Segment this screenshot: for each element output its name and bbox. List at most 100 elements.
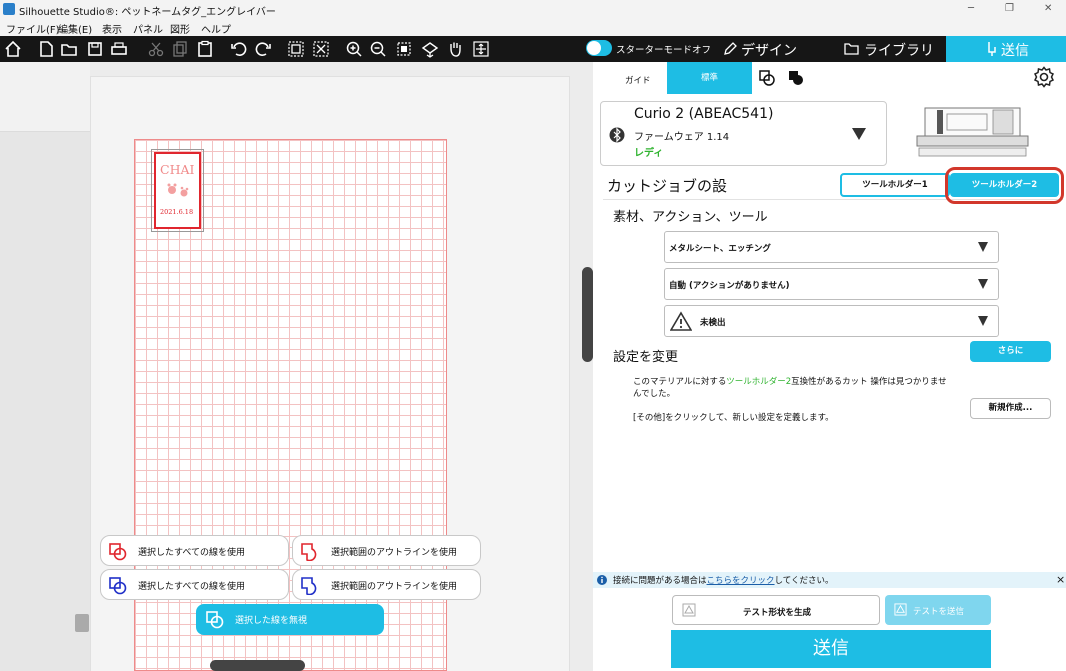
send-test-label: テストを送信 (913, 607, 965, 617)
use-all-lines-red-button[interactable]: 選択したすべての線を使用 (100, 535, 289, 566)
menu-edit[interactable]: 編集(E) (58, 21, 92, 36)
machine-firmware: ファームウェア 1.14 (634, 132, 730, 143)
tab-design[interactable]: デザイン (741, 40, 797, 60)
use-all-lines-red-label: 選択したすべての線を使用 (138, 548, 246, 558)
incompatible-message-post: 互換性があるカット 操作は見つかりませ (791, 377, 947, 387)
blue-outline-shape-icon (301, 577, 317, 595)
warning-triangle-icon (670, 311, 692, 331)
filled-shapes-icon[interactable] (788, 70, 804, 86)
more-settings-button[interactable]: さらに (970, 341, 1051, 362)
tab-send[interactable]: 送信 (946, 36, 1066, 62)
send-button[interactable]: 送信 (671, 630, 991, 668)
use-all-lines-blue-label: 選択したすべての線を使用 (138, 582, 246, 592)
pan-hand-icon[interactable] (446, 40, 464, 58)
canvas-vertical-scrollbar[interactable] (582, 267, 593, 362)
action-dropdown-arrow-icon (978, 279, 988, 289)
new-setting-button[interactable]: 新規作成... (970, 398, 1051, 419)
material-section-title: 素材、アクション、ツール (613, 210, 768, 225)
red-outline-shape-icon (301, 543, 317, 561)
ignore-selected-lines-button[interactable]: 選択した線を無視 (196, 604, 384, 635)
connection-help-link[interactable]: こちらをクリック (707, 576, 775, 586)
other-settings-hint: [その他]をクリックして、新しい設定を定義します。 (633, 413, 834, 423)
use-outline-red-button[interactable]: 選択範囲のアウトラインを使用 (292, 535, 481, 566)
connection-info-text: 接続に問題がある場合はこちらをクリックしてください。 (613, 574, 834, 586)
red-overlap-shape-icon (109, 543, 127, 561)
settings-title: 設定を変更 (613, 350, 679, 365)
machine-selector[interactable]: Curio 2 (ABEAC541) ファームウェア 1.14 レディ (600, 101, 887, 166)
copy-icon[interactable] (171, 40, 189, 58)
action-dropdown[interactable]: 自動 (アクションがありません) (664, 268, 999, 300)
generate-test-shape-label: テスト形状を生成 (743, 608, 812, 618)
paw-print-icon (167, 183, 189, 197)
fit-page-icon[interactable] (421, 40, 439, 58)
send-blade-icon (988, 42, 996, 56)
use-outline-red-label: 選択範囲のアウトラインを使用 (331, 548, 458, 558)
design-pencil-icon (724, 42, 737, 55)
menu-help[interactable]: ヘルプ (201, 21, 231, 36)
move-icon[interactable] (472, 40, 490, 58)
starter-mode-toggle[interactable] (586, 40, 612, 56)
incompatible-message-line2: んでした。 (633, 389, 676, 399)
send-test-icon (894, 603, 907, 616)
new-document-icon[interactable] (37, 40, 55, 58)
blue-overlap-shape-icon (109, 577, 127, 595)
tool-holder-1-button[interactable]: ツールホルダー1 (840, 173, 950, 197)
incompatible-message-link: ツールホルダー2 (726, 377, 792, 387)
info-icon (597, 575, 607, 585)
overlap-shapes-icon[interactable] (759, 70, 775, 86)
open-folder-icon[interactable] (60, 40, 78, 58)
close-window-button[interactable]: ✕ (1044, 3, 1052, 14)
undo-icon[interactable] (230, 40, 248, 58)
curio-machine-image (916, 107, 1029, 157)
redo-icon[interactable] (254, 40, 272, 58)
generate-test-shape-button[interactable]: テスト形状を生成 (672, 595, 880, 625)
library-folder-icon (844, 43, 859, 55)
title-bar: Silhouette Studio®: ペットネームタグ_エングレイバー ─ ❐… (0, 0, 1066, 18)
mode-standard-button[interactable]: 標準 (667, 62, 752, 94)
send-test-button[interactable]: テストを送信 (885, 595, 991, 625)
home-icon[interactable] (4, 40, 22, 58)
info-bar-close-icon[interactable]: × (1056, 573, 1065, 586)
maximize-button[interactable]: ❐ (1005, 3, 1014, 14)
zoom-fit-icon[interactable] (395, 40, 413, 58)
tool-dropdown-arrow-icon (978, 316, 988, 326)
group-icon[interactable] (287, 40, 305, 58)
ungroup-icon[interactable] (312, 40, 330, 58)
zoom-out-icon[interactable] (369, 40, 387, 58)
tab-library[interactable]: ライブラリ (864, 40, 934, 60)
material-dropdown-arrow-icon (978, 242, 988, 252)
connection-info-post: してください。 (774, 576, 834, 586)
material-dropdown[interactable]: メタルシート、エッチング (664, 231, 999, 263)
tag-name-text: CHAI (160, 162, 195, 177)
incompatible-message: このマテリアルに対するツールホルダー2互換性があるカット 操作は見つかりませ ん… (633, 376, 947, 400)
collapse-panel-handle[interactable] (75, 614, 89, 632)
menu-view[interactable]: 表示 (102, 21, 122, 36)
cut-job-title: カットジョブの設 (607, 177, 728, 195)
connection-info-bar: 接続に問題がある場合はこちらをクリックしてください。 × (593, 572, 1066, 588)
tab-send-label: 送信 (1001, 43, 1029, 59)
tool-holder-2-button[interactable]: ツールホルダー2 (950, 173, 1059, 197)
cut-icon[interactable] (147, 40, 165, 58)
send-panel: ガイド 標準 Curio 2 (ABEAC541) ファームウェア 1.14 レ… (593, 62, 1066, 671)
pet-tag-design[interactable]: CHAI 2021.6.18 (154, 152, 201, 229)
tool-dropdown[interactable]: 未検出 (664, 305, 999, 337)
paste-icon[interactable] (196, 40, 214, 58)
save-icon[interactable] (86, 40, 104, 58)
zoom-in-icon[interactable] (345, 40, 363, 58)
menu-file[interactable]: ファイル(F) (6, 21, 60, 36)
print-icon[interactable] (110, 40, 128, 58)
canvas-horizontal-scrollbar[interactable] (210, 660, 305, 671)
settings-gear-icon[interactable] (1033, 66, 1055, 88)
menu-shape[interactable]: 図形 (170, 21, 190, 36)
test-shape-icon (682, 603, 696, 617)
menu-panel[interactable]: パネル (133, 21, 163, 36)
use-outline-blue-label: 選択範囲のアウトラインを使用 (331, 582, 458, 592)
machine-dropdown-arrow-icon (852, 128, 866, 140)
machine-name: Curio 2 (ABEAC541) (634, 106, 774, 122)
use-outline-blue-button[interactable]: 選択範囲のアウトラインを使用 (292, 569, 481, 600)
use-all-lines-blue-button[interactable]: 選択したすべての線を使用 (100, 569, 289, 600)
design-canvas[interactable]: CHAI 2021.6.18 選択したすべての線を使用 選択範囲のアウトラインを… (0, 62, 593, 671)
app-logo-icon (3, 3, 15, 15)
minimize-button[interactable]: ─ (968, 3, 974, 14)
mode-guide-button[interactable]: ガイド (625, 74, 651, 86)
